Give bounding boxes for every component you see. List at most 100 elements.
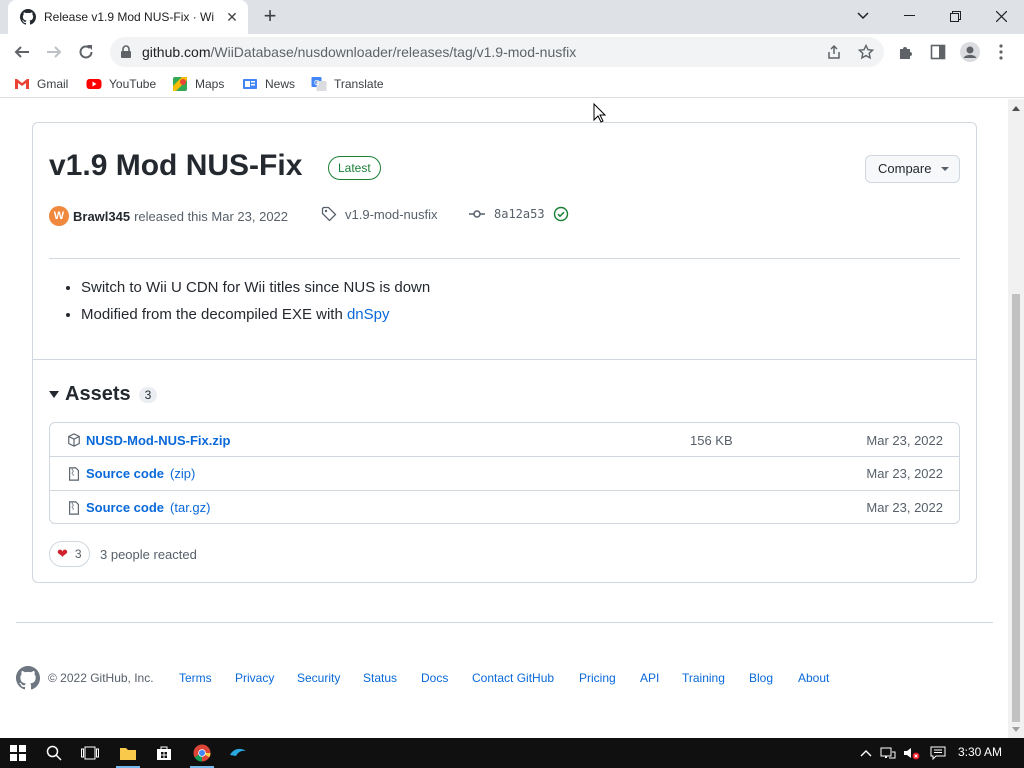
asset-date: Mar 23, 2022: [866, 466, 943, 481]
side-panel-icon[interactable]: [930, 44, 946, 60]
note-text: Modified from the decompiled EXE with: [81, 306, 347, 323]
author-avatar[interactable]: W: [49, 206, 69, 226]
bookmark-maps[interactable]: Maps: [172, 76, 224, 92]
gmail-icon: [15, 79, 29, 89]
scroll-up-arrow-icon[interactable]: [1012, 106, 1020, 111]
asset-link[interactable]: Source code (tar.gz): [86, 500, 211, 515]
asset-ext: (zip): [170, 466, 196, 481]
divider: [49, 258, 960, 259]
new-tab-button[interactable]: +: [258, 5, 282, 29]
footer-link-terms[interactable]: Terms: [179, 671, 212, 685]
footer-link-contact[interactable]: Contact GitHub: [472, 671, 554, 685]
browser-menu-icon[interactable]: [998, 44, 1004, 60]
news-icon: [243, 79, 257, 89]
bookmark-gmail[interactable]: Gmail: [14, 76, 68, 92]
file-explorer-icon[interactable]: [118, 743, 138, 763]
app-taskbar-icon[interactable]: [228, 743, 248, 763]
footer-link-security[interactable]: Security: [297, 671, 340, 685]
taskbar-clock[interactable]: 3:30 AM: [958, 745, 1002, 759]
restore-button[interactable]: [932, 0, 978, 32]
notification-icon[interactable]: [928, 743, 948, 763]
reload-button[interactable]: [72, 38, 100, 66]
show-hidden-icons-chevron-icon[interactable]: [856, 743, 876, 763]
lock-icon[interactable]: [120, 45, 132, 59]
reaction-summary: 3 people reacted: [100, 547, 197, 562]
footer-link-pricing[interactable]: Pricing: [579, 671, 616, 685]
github-logo-icon[interactable]: [16, 666, 40, 690]
asset-name: Source code: [86, 466, 165, 481]
release-commit[interactable]: 8a12a53: [469, 206, 569, 222]
dnspy-link[interactable]: dnSpy: [347, 306, 390, 323]
scroll-down-arrow-icon[interactable]: [1012, 727, 1020, 732]
close-window-button[interactable]: [978, 0, 1024, 32]
url-path: /WiiDatabase/nusdownloader/releases/tag/…: [210, 44, 577, 60]
scrollbar-thumb[interactable]: [1012, 294, 1020, 722]
page-content: v1.9 Mod NUS-Fix Latest Compare W Brawl3…: [0, 99, 1008, 738]
triangle-down-icon: [49, 391, 59, 398]
address-bar[interactable]: github.com/WiiDatabase/nusdownloader/rel…: [110, 37, 884, 67]
tab-close-icon[interactable]: ✕: [224, 9, 240, 25]
bookmark-star-icon[interactable]: [858, 44, 874, 60]
assets-toggle[interactable]: Assets 3: [49, 383, 158, 406]
author-link[interactable]: Brawl345: [73, 209, 130, 224]
reload-icon: [79, 45, 93, 59]
release-note-item: Modified from the decompiled EXE with dn…: [81, 306, 430, 323]
mouse-cursor-icon: [593, 103, 607, 123]
windows-start-icon[interactable]: [8, 743, 28, 763]
bookmark-news[interactable]: News: [242, 76, 295, 92]
search-icon[interactable]: [44, 743, 64, 763]
browser-toolbar: github.com/WiiDatabase/nusdownloader/rel…: [0, 34, 1024, 70]
url-host: github.com: [142, 44, 211, 60]
asset-row: NUSD-Mod-NUS-Fix.zip 156 KB Mar 23, 2022: [50, 423, 959, 457]
asset-date: Mar 23, 2022: [866, 432, 943, 448]
bookmark-label: News: [265, 77, 296, 91]
footer-link-training[interactable]: Training: [682, 671, 725, 685]
network-icon[interactable]: [878, 743, 898, 763]
footer-link-blog[interactable]: Blog: [749, 671, 773, 685]
footer-link-about[interactable]: About: [798, 671, 829, 685]
chrome-taskbar-icon[interactable]: [192, 743, 212, 763]
footer-link-status[interactable]: Status: [363, 671, 397, 685]
back-button[interactable]: [8, 38, 36, 66]
bookmark-label: Gmail: [37, 77, 69, 91]
footer-link-docs[interactable]: Docs: [421, 671, 448, 685]
asset-ext: (tar.gz): [170, 500, 211, 515]
caret-down-icon: [941, 167, 949, 171]
compare-button[interactable]: Compare: [865, 155, 960, 183]
file-zip-icon: [69, 467, 79, 481]
footer-link-privacy[interactable]: Privacy: [235, 671, 274, 685]
asset-name: Source code: [86, 500, 165, 515]
volume-muted-icon[interactable]: [902, 743, 922, 763]
asset-link[interactable]: NUSD-Mod-NUS-Fix.zip: [86, 433, 230, 448]
heart-reaction-button[interactable]: ❤ 3: [49, 541, 90, 567]
bookmark-translate[interactable]: G Translate: [311, 76, 384, 92]
minimize-button[interactable]: [886, 0, 932, 32]
task-view-icon[interactable]: [80, 743, 100, 763]
profile-avatar-icon[interactable]: [960, 42, 980, 62]
bookmark-label: Translate: [334, 77, 384, 91]
commit-icon: [469, 210, 485, 218]
release-tag[interactable]: v1.9-mod-nusfix: [321, 206, 437, 222]
compare-label: Compare: [878, 161, 932, 176]
extensions-puzzle-icon[interactable]: [898, 44, 914, 60]
assets-heading: Assets: [65, 383, 131, 405]
verified-check-icon: [553, 206, 568, 222]
share-icon[interactable]: [826, 44, 842, 60]
youtube-icon: [86, 79, 102, 89]
translate-icon: G: [311, 77, 327, 91]
tab-title: Release v1.9 Mod NUS-Fix · WiiDatabase: [44, 10, 214, 24]
footer-link-api[interactable]: API: [640, 671, 659, 685]
browser-tab[interactable]: Release v1.9 Mod NUS-Fix · WiiDatabase ✕: [8, 0, 248, 34]
page-scrollbar[interactable]: [1008, 99, 1024, 738]
store-icon[interactable]: [154, 743, 174, 763]
bookmark-youtube[interactable]: YouTube: [86, 76, 156, 92]
maps-icon: [173, 77, 187, 91]
forward-arrow-icon: [47, 46, 62, 58]
forward-button[interactable]: [40, 38, 68, 66]
tab-search-icon[interactable]: [840, 0, 886, 32]
url-text[interactable]: github.com/WiiDatabase/nusdownloader/rel…: [142, 44, 576, 60]
asset-row: Source code (tar.gz) Mar 23, 2022: [50, 490, 959, 524]
asset-date: Mar 23, 2022: [866, 500, 943, 515]
release-title[interactable]: v1.9 Mod NUS-Fix: [49, 149, 302, 183]
asset-link[interactable]: Source code (zip): [86, 466, 195, 481]
